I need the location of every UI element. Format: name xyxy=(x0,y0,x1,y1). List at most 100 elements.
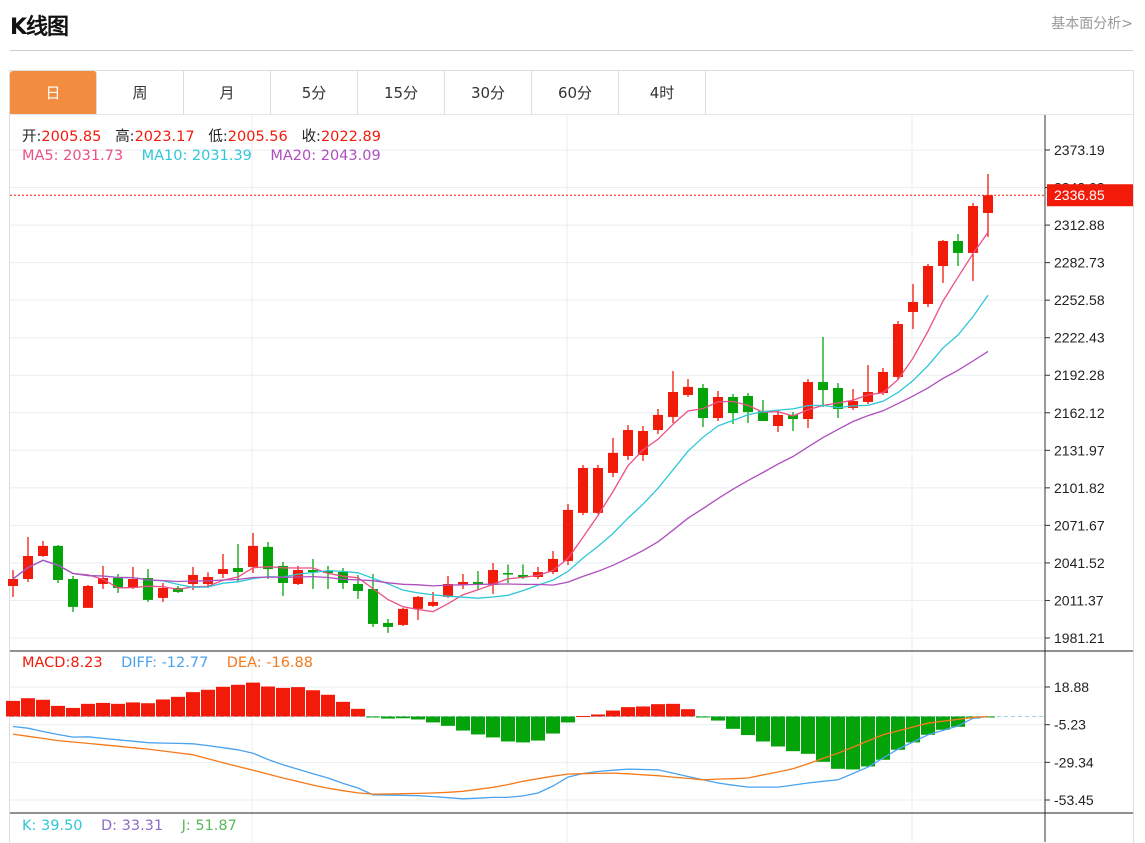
candle-body xyxy=(653,414,663,430)
candle-body xyxy=(233,568,243,573)
macd-bar xyxy=(336,701,350,717)
k-value: K: 39.50 xyxy=(22,818,83,834)
macd-bar xyxy=(276,687,290,717)
candle xyxy=(143,569,153,602)
candle xyxy=(938,239,948,283)
price-tick-label: 2252.58 xyxy=(1054,292,1105,308)
close-value: 2022.89 xyxy=(320,129,381,145)
candle-body xyxy=(683,386,693,395)
candle xyxy=(23,536,33,582)
macd-bar xyxy=(306,690,320,717)
candle-body xyxy=(668,392,678,417)
candle-body xyxy=(398,608,408,625)
candle-body xyxy=(503,573,513,575)
macd-tick-label: -53.45 xyxy=(1054,792,1094,808)
macd-bar xyxy=(381,716,395,719)
candle xyxy=(878,367,888,395)
ma5-value: MA5: 2031.73 xyxy=(22,148,124,164)
candle-body xyxy=(428,601,438,606)
dea-value: DEA: -16.88 xyxy=(226,655,313,671)
candle-body xyxy=(893,324,903,377)
macd-bar xyxy=(816,716,830,762)
candle-body xyxy=(863,392,873,402)
candle xyxy=(413,595,423,620)
candle-body xyxy=(368,588,378,624)
macd-bar xyxy=(771,716,785,747)
macd-bar xyxy=(801,716,815,754)
candle xyxy=(368,574,378,627)
candle-body xyxy=(593,467,603,513)
macd-bar xyxy=(501,716,515,742)
candle xyxy=(698,384,708,427)
candle-body xyxy=(938,240,948,267)
low-label: 低: xyxy=(208,129,228,145)
macd-bar xyxy=(51,705,65,717)
candle xyxy=(608,437,618,478)
last-price-label: 2336.85 xyxy=(1054,187,1105,203)
macd-bar xyxy=(906,716,920,743)
candle-body xyxy=(8,579,18,586)
candle xyxy=(953,234,963,267)
high-value: 2023.17 xyxy=(134,129,195,145)
candle-body xyxy=(608,452,618,473)
macd-bar xyxy=(396,716,410,719)
candle xyxy=(668,370,678,424)
candle xyxy=(158,582,168,602)
macd-bar xyxy=(471,716,485,735)
macd-bar xyxy=(246,682,260,717)
candle xyxy=(38,540,48,557)
macd-bar xyxy=(351,708,365,717)
price-tick-label: 2282.73 xyxy=(1054,255,1105,271)
price-tick-label: 1981.21 xyxy=(1054,630,1105,646)
candle-body xyxy=(953,240,963,253)
macd-bar xyxy=(636,706,650,717)
ohlc-info: 开:2005.85 高:2023.17 低:2005.56 收:2022.89 xyxy=(22,125,381,146)
macd-tick-label: 18.88 xyxy=(1054,679,1089,695)
macd-bar xyxy=(666,703,680,717)
macd-bar xyxy=(21,698,35,717)
candle xyxy=(743,393,753,424)
candle xyxy=(578,464,588,516)
macd-bar xyxy=(231,684,245,717)
price-tick-label: 2101.82 xyxy=(1054,480,1105,496)
candle-body xyxy=(473,581,483,584)
macd-bar xyxy=(126,702,140,717)
candle-body xyxy=(833,388,843,409)
macd-bar xyxy=(426,716,440,723)
candle-body xyxy=(728,396,738,414)
macd-info: MACD:8.23 DIFF: -12.77 DEA: -16.88 xyxy=(22,655,313,671)
candle-body xyxy=(983,195,993,213)
candle xyxy=(68,576,78,612)
candle xyxy=(563,503,573,565)
candle xyxy=(803,379,813,428)
candle xyxy=(983,174,993,238)
macd-bar xyxy=(186,692,200,717)
macd-bar xyxy=(741,716,755,736)
ma-info: MA5: 2031.73 MA10: 2031.39 MA20: 2043.09 xyxy=(22,148,381,164)
candle xyxy=(533,566,543,580)
macd-bar xyxy=(291,687,305,717)
macd-bar xyxy=(696,716,710,718)
ma5-line xyxy=(12,231,989,613)
candle xyxy=(488,562,498,594)
candle-body xyxy=(638,430,648,456)
candle-body xyxy=(188,575,198,584)
candle xyxy=(908,283,918,330)
candle-body xyxy=(158,587,168,598)
candle xyxy=(638,425,648,461)
price-tick-label: 2071.67 xyxy=(1054,517,1105,533)
candle xyxy=(353,575,363,599)
candle-body xyxy=(53,545,63,580)
macd-bar xyxy=(516,716,530,743)
macd-bar xyxy=(36,699,50,717)
candle xyxy=(623,424,633,460)
candle xyxy=(683,379,693,397)
macd-bar xyxy=(6,700,20,717)
candle-body xyxy=(68,579,78,607)
macd-bar xyxy=(936,716,950,730)
macd-bar xyxy=(681,709,695,717)
macd-value: MACD:8.23 xyxy=(22,655,103,671)
macd-bar xyxy=(456,716,470,731)
macd-bar xyxy=(891,716,905,750)
candle-body xyxy=(83,585,93,608)
